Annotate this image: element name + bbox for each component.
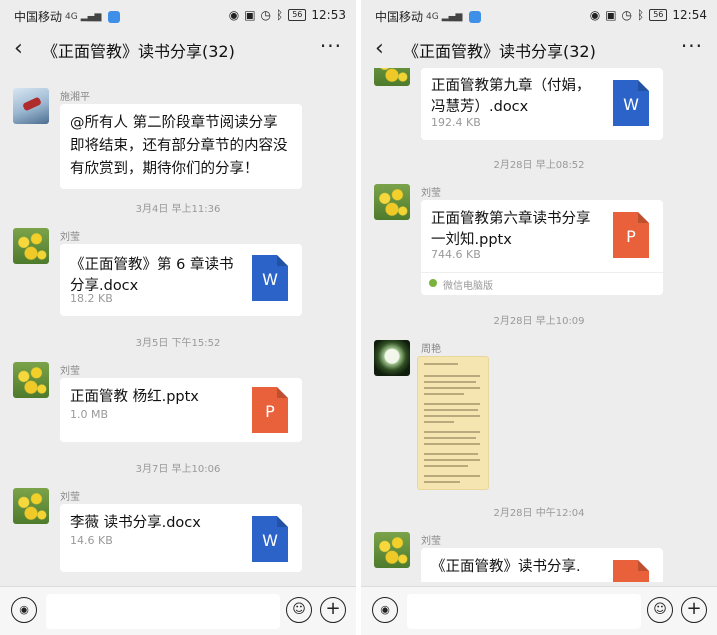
file-name: 《正面管教》第 6 章读书分享.docx: [70, 257, 234, 294]
avatar[interactable]: [13, 362, 49, 398]
timestamp: 3月4日 早上11:36: [135, 204, 221, 215]
signal-icon: ▂▄▆: [80, 11, 102, 22]
message-list[interactable]: 施湘平 @所有人 第二阶段章节阅读分享即将结束，还有部分章节的内容没有欣赏到，期…: [0, 68, 356, 582]
nfc-icon: ▣: [605, 8, 617, 22]
file-name: 正面管教第九章（付娟，冯慧芳）.docx: [431, 78, 591, 115]
back-icon[interactable]: ‹: [14, 36, 23, 61]
timestamp: 2月28日 早上08:52: [493, 160, 585, 171]
sender-name: 施湘平: [60, 92, 90, 103]
sender-name: 刘莹: [60, 366, 80, 377]
file-size: 1.0 MB: [70, 408, 109, 421]
emoji-icon[interactable]: ☺: [647, 597, 673, 623]
file-name: 正面管教 杨红.pptx: [70, 389, 199, 405]
file-name: 《正面管教》读书分享.: [431, 559, 581, 575]
clock-time: 12:54: [672, 8, 707, 22]
avatar[interactable]: [374, 340, 410, 376]
file-message-bubble[interactable]: 正面管教 杨红.pptx 1.0 MB P: [60, 378, 302, 442]
more-options-icon[interactable]: ···: [320, 34, 342, 58]
battery-icon: 56: [288, 9, 307, 21]
bluetooth-icon: ᛒ: [276, 8, 284, 22]
voice-input-icon[interactable]: ◉: [372, 597, 398, 623]
voice-input-icon[interactable]: ◉: [11, 597, 37, 623]
file-size: 744.6 KB: [431, 248, 481, 261]
clock-time: 12:53: [311, 8, 346, 22]
avatar[interactable]: [13, 488, 49, 524]
input-bar: ◉ ☺ +: [0, 586, 356, 635]
chat-title: 《正面管教》读书分享(32): [403, 42, 596, 61]
signal-icon: ▂▄▆: [441, 11, 463, 22]
file-message-bubble[interactable]: 《正面管教》第 6 章读书分享.docx 18.2 KB W: [60, 244, 302, 316]
file-message-bubble[interactable]: 李薇 读书分享.docx 14.6 KB W: [60, 504, 302, 572]
timestamp: 2月28日 中午12:04: [493, 508, 585, 519]
chat-screen-right: 中国移动 4G ▂▄▆ ◉ ▣ ◷ ᛒ 56 12:54 ‹ 《正面管教》读书分…: [361, 0, 717, 635]
alarm-icon: ◷: [260, 8, 272, 22]
word-file-icon: W: [252, 516, 288, 562]
message-input[interactable]: [46, 594, 280, 629]
back-icon[interactable]: ‹: [375, 36, 384, 61]
file-size: 192.4 KB: [431, 116, 481, 129]
bluetooth-icon: ᛒ: [637, 8, 645, 22]
file-size: 18.2 KB: [70, 292, 113, 305]
powerpoint-file-icon: P: [252, 387, 288, 433]
eye-icon: ◉: [589, 8, 601, 22]
nfc-icon: ▣: [244, 8, 256, 22]
chat-header: ‹ 《正面管教》读书分享(32) ···: [361, 30, 717, 68]
add-attachment-icon[interactable]: +: [320, 597, 346, 623]
status-bar: 中国移动 4G ▂▄▆ ◉ ▣ ◷ ᛒ 56 12:54: [361, 0, 717, 30]
timestamp: 3月5日 下午15:52: [135, 338, 221, 349]
message-input[interactable]: [407, 594, 641, 629]
status-bar: 中国移动 4G ▂▄▆ ◉ ▣ ◷ ᛒ 56 12:53: [0, 0, 356, 30]
timestamp: 2月28日 早上10:09: [493, 316, 585, 327]
chat-screen-left: 中国移动 4G ▂▄▆ ◉ ▣ ◷ ᛒ 56 12:53 ‹ 《正面管教》读书分…: [0, 0, 356, 635]
file-name: 李薇 读书分享.docx: [70, 515, 201, 531]
text-message-bubble[interactable]: @所有人 第二阶段章节阅读分享即将结束，还有部分章节的内容没有欣赏到，期待你们的…: [60, 104, 302, 189]
app-notification-icon: [108, 10, 121, 23]
file-message-bubble[interactable]: 《正面管教》读书分享.: [421, 548, 663, 582]
file-size: 14.6 KB: [70, 534, 113, 547]
avatar[interactable]: [13, 88, 49, 124]
chat-header: ‹ 《正面管教》读书分享(32) ···: [0, 30, 356, 68]
more-options-icon[interactable]: ···: [681, 34, 703, 58]
alarm-icon: ◷: [621, 8, 633, 22]
carrier-label: 中国移动: [375, 10, 424, 24]
avatar[interactable]: [374, 532, 410, 568]
wechat-pc-icon: [429, 279, 437, 287]
powerpoint-file-icon: P: [613, 212, 649, 258]
image-message[interactable]: [417, 356, 489, 490]
input-bar: ◉ ☺ +: [361, 586, 717, 635]
timestamp: 3月7日 早上10:06: [135, 464, 221, 475]
message-source: 微信电脑版: [421, 272, 663, 295]
network-label: 4G: [65, 11, 78, 22]
sender-name: 刘莹: [60, 232, 80, 243]
sender-name: 刘莹: [60, 492, 80, 503]
file-message-bubble[interactable]: 正面管教第六章读书分享一刘知.pptx 744.6 KB P: [421, 200, 663, 272]
app-notification-icon: [469, 10, 482, 23]
source-label: 微信电脑版: [443, 281, 493, 292]
eye-icon: ◉: [228, 8, 240, 22]
carrier-label: 中国移动: [14, 10, 63, 24]
emoji-icon[interactable]: ☺: [286, 597, 312, 623]
battery-icon: 56: [649, 9, 668, 21]
message-list[interactable]: 正面管教第九章（付娟，冯慧芳）.docx 192.4 KB W 2月28日 早上…: [361, 68, 717, 582]
avatar[interactable]: [374, 184, 410, 220]
chat-title: 《正面管教》读书分享(32): [42, 42, 235, 61]
avatar[interactable]: [13, 228, 49, 264]
avatar[interactable]: [374, 68, 410, 86]
sender-name: 刘莹: [421, 536, 441, 547]
powerpoint-file-icon: [613, 560, 649, 582]
word-file-icon: W: [252, 255, 288, 301]
word-file-icon: W: [613, 80, 649, 126]
network-label: 4G: [426, 11, 439, 22]
file-name: 正面管教第六章读书分享一刘知.pptx: [431, 211, 591, 248]
sender-name: 周艳: [421, 344, 441, 355]
sender-name: 刘莹: [421, 188, 441, 199]
file-message-bubble[interactable]: 正面管教第九章（付娟，冯慧芳）.docx 192.4 KB W: [421, 68, 663, 140]
add-attachment-icon[interactable]: +: [681, 597, 707, 623]
